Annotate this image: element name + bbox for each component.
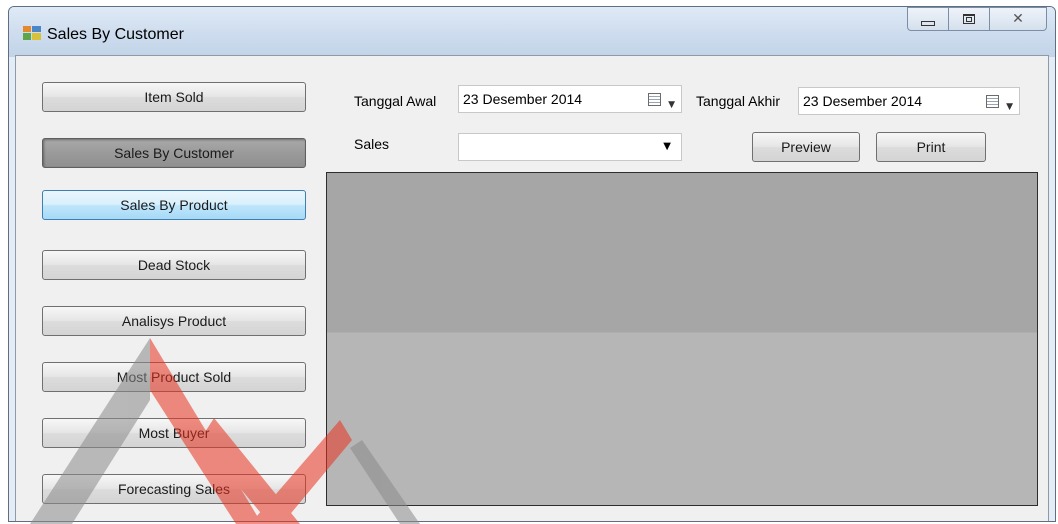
forecasting-sales-button[interactable]: Forecasting Sales — [42, 474, 306, 504]
start-date-label: Tanggal Awal — [354, 93, 437, 109]
close-icon: ✕ — [1012, 11, 1024, 27]
form-icon — [23, 26, 41, 40]
window-title: Sales By Customer — [47, 26, 184, 43]
sales-by-product-button[interactable]: Sales By Product — [42, 190, 306, 220]
title-bar[interactable]: Sales By Customer ✕ — [9, 7, 1055, 57]
start-date-picker[interactable]: 23 Desember 2014 ▼ — [458, 85, 682, 113]
sales-label: Sales — [354, 136, 390, 152]
chevron-down-icon[interactable]: ▼ — [663, 141, 671, 152]
minimize-button[interactable] — [907, 7, 949, 31]
end-date-value: 23 Desember 2014 — [803, 93, 923, 109]
report-viewer-area[interactable] — [326, 172, 1038, 506]
calendar-icon[interactable] — [986, 95, 999, 108]
most-buyer-button[interactable]: Most Buyer — [42, 418, 306, 448]
chevron-down-icon[interactable]: ▼ — [668, 92, 675, 118]
dead-stock-button[interactable]: Dead Stock — [42, 250, 306, 280]
sales-dropdown[interactable]: ▼ — [458, 133, 682, 161]
window-controls: ✕ — [907, 7, 1047, 33]
minimize-icon — [921, 20, 935, 26]
main-window: Sales By Customer ✕ Item Sold Sales By C… — [8, 6, 1056, 522]
preview-button[interactable]: Preview — [752, 132, 860, 162]
chevron-down-icon[interactable]: ▼ — [1006, 94, 1013, 120]
calendar-icon[interactable] — [648, 93, 661, 106]
item-sold-button[interactable]: Item Sold — [42, 82, 306, 112]
start-date-value: 23 Desember 2014 — [463, 91, 583, 107]
maximize-icon — [963, 14, 975, 24]
form-client-area: Item Sold Sales By Customer Sales By Pro… — [15, 55, 1049, 521]
most-product-sold-button[interactable]: Most Product Sold — [42, 362, 306, 392]
print-button[interactable]: Print — [876, 132, 986, 162]
end-date-picker[interactable]: 23 Desember 2014 ▼ — [798, 87, 1020, 115]
maximize-button[interactable] — [948, 7, 990, 31]
close-button[interactable]: ✕ — [989, 7, 1047, 31]
end-date-label: Tanggal Akhir — [696, 93, 781, 109]
analisys-product-button[interactable]: Analisys Product — [42, 306, 306, 336]
sales-by-customer-button[interactable]: Sales By Customer — [42, 138, 306, 168]
